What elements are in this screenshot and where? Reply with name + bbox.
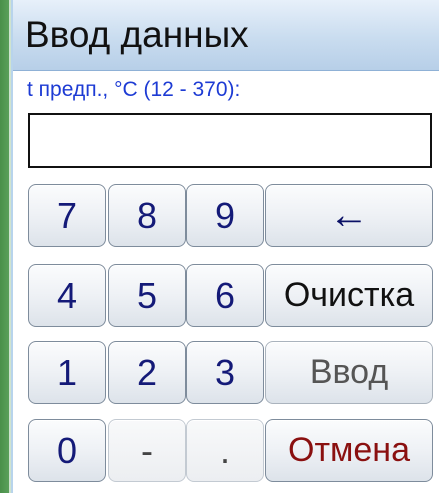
- cancel-button[interactable]: Отмена: [265, 419, 433, 482]
- key-1-button[interactable]: 1: [28, 341, 106, 404]
- key-6-button[interactable]: 6: [186, 264, 264, 327]
- key-3-button[interactable]: 3: [186, 341, 264, 404]
- enter-button[interactable]: Ввод: [265, 341, 433, 404]
- dialog-title: Ввод данных: [25, 14, 249, 55]
- value-input[interactable]: [30, 115, 430, 166]
- key-5-button[interactable]: 5: [108, 264, 186, 327]
- backspace-icon: ←: [329, 193, 369, 237]
- clear-button[interactable]: Очистка: [265, 264, 433, 327]
- title-bar: Ввод данных: [13, 0, 439, 71]
- key-4-button[interactable]: 4: [28, 264, 106, 327]
- key-8-button[interactable]: 8: [108, 184, 186, 247]
- key-0-button[interactable]: 0: [28, 419, 106, 482]
- input-prompt-label: t предп., °C (12 - 370):: [27, 78, 241, 101]
- data-entry-dialog: Ввод данных t предп., °C (12 - 370): 7 8…: [11, 0, 439, 493]
- value-field[interactable]: [28, 113, 432, 168]
- key-2-button[interactable]: 2: [108, 341, 186, 404]
- minus-button[interactable]: -: [108, 419, 186, 482]
- key-9-button[interactable]: 9: [186, 184, 264, 247]
- decimal-point-button[interactable]: .: [186, 419, 264, 482]
- backspace-button[interactable]: ←: [265, 184, 433, 247]
- key-7-button[interactable]: 7: [28, 184, 106, 247]
